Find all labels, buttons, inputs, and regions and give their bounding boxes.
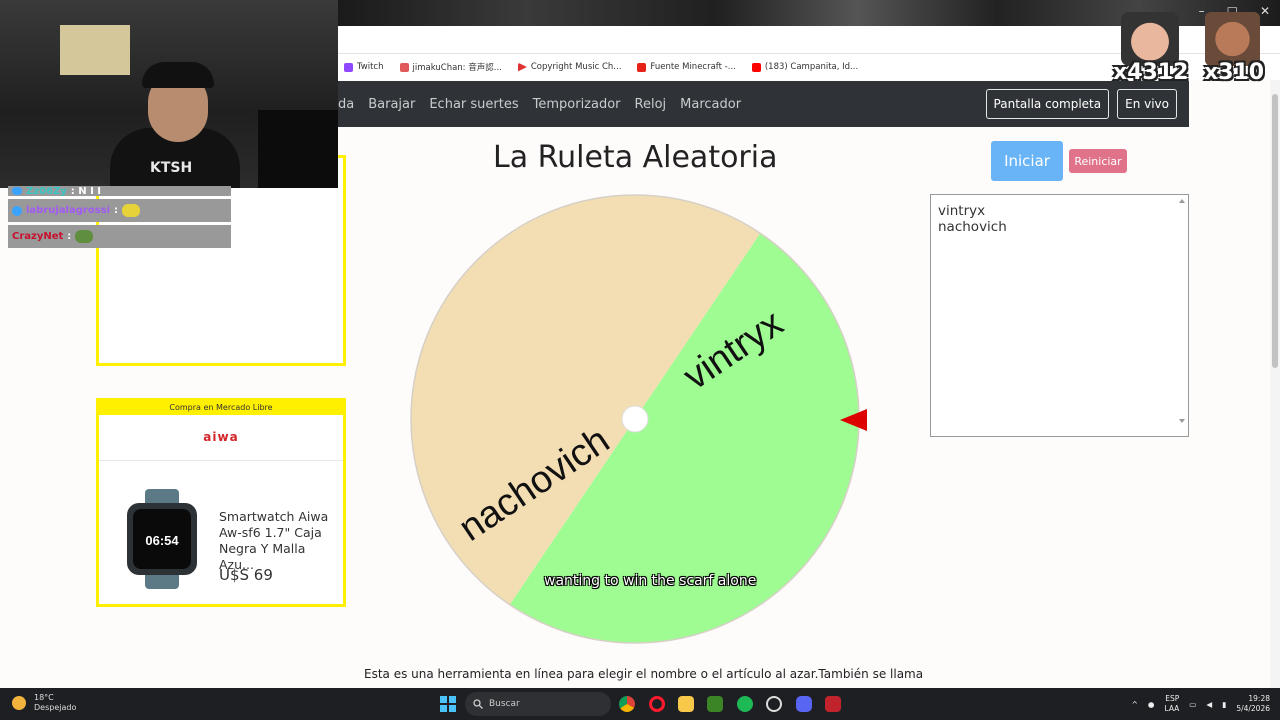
youtube-icon [751, 62, 761, 72]
nav-actions: Pantalla completa En vivo [985, 89, 1177, 119]
page-scrollbar-thumb[interactable] [1272, 94, 1278, 368]
reset-button[interactable]: Reiniciar [1069, 149, 1127, 173]
stream-counter-b: x310 [1204, 60, 1265, 85]
names-textarea[interactable]: vintryx nachovich [930, 194, 1189, 437]
chrome-icon[interactable] [619, 696, 635, 712]
stream-avatar-right [1205, 12, 1260, 66]
nav-link-temporizador[interactable]: Temporizador [533, 97, 621, 112]
battery-icon[interactable]: ▮ [1222, 700, 1226, 709]
settings-app-icon[interactable] [766, 696, 782, 712]
webcam-background-poster [60, 25, 130, 75]
name-entry: vintryx [938, 203, 986, 219]
page-description: Esta es una herramienta en línea para el… [364, 667, 924, 681]
system-tray: ^ ● ESP LAA ▭ ◀ ▮ 19:28 5/4/2026 [1132, 694, 1270, 714]
site-navbar: da Barajar Echar suertes Temporizador Re… [338, 81, 1189, 127]
play-icon [517, 62, 527, 72]
name-entry: nachovich [938, 219, 1007, 235]
search-placeholder: Buscar [489, 699, 520, 709]
nav-link-echar-suertes[interactable]: Echar suertes [429, 97, 518, 112]
chat-username: CrazyNet [12, 231, 64, 242]
close-button[interactable]: ✕ [1260, 4, 1270, 18]
chat-text: : N I I [70, 186, 102, 196]
file-explorer-icon[interactable] [678, 696, 694, 712]
chat-text: : [114, 205, 119, 216]
webcam-monitor [258, 110, 338, 188]
taskbar-clock[interactable]: 19:28 5/4/2026 [1236, 694, 1270, 714]
search-icon [473, 699, 483, 709]
wheel-hub [621, 405, 649, 433]
obs-icon[interactable] [825, 696, 841, 712]
smartwatch-image: 06:54 [127, 489, 197, 589]
input-language[interactable]: ESP [1164, 694, 1179, 704]
mercadolibre-ad[interactable]: Compra en Mercado Libre aiwa 06:54 Smart… [96, 398, 346, 607]
volume-icon[interactable]: ◀ [1206, 700, 1212, 709]
badge-icon [12, 187, 22, 195]
weather-widget[interactable]: 18°C Despejado [12, 693, 76, 713]
pepe-emote-icon [75, 230, 94, 243]
webcam-overlay: KTSH [0, 0, 338, 188]
windows-taskbar: 18°C Despejado Buscar ^ ● ESP LAA ▭ ◀ ▮ … [0, 688, 1280, 720]
screen: { "browser": { "bookmarks": [ {"label": … [0, 0, 1280, 720]
weather-temp: 18°C [34, 693, 54, 702]
nav-link-barajar[interactable]: Barajar [368, 97, 415, 112]
chat-text: : [67, 231, 72, 242]
start-button[interactable]: Iniciar [991, 141, 1063, 181]
stream-counter-a: x4312 [1113, 60, 1189, 85]
page-title: La Ruleta Aleatoria [493, 140, 778, 175]
fullscreen-button[interactable]: Pantalla completa [985, 89, 1110, 119]
chat-overlay: Zz06Zy : N I I labrujalagrossi : CrazyNe… [8, 186, 231, 251]
minecraft-icon[interactable] [707, 696, 723, 712]
bookmark-copyright-music[interactable]: Copyright Music Ch... [517, 62, 621, 72]
bookmark-jimakuchan[interactable]: jimakuChan: 音声認... [399, 61, 502, 73]
weather-condition: Despejado [34, 703, 77, 712]
ad-header: Compra en Mercado Libre [99, 401, 343, 415]
chat-username: Zz06Zy [26, 186, 67, 196]
live-button[interactable]: En vivo [1117, 89, 1177, 119]
stream-avatar-left [1121, 12, 1179, 66]
nav-link-marcador[interactable]: Marcador [680, 97, 741, 112]
nav-links: da Barajar Echar suertes Temporizador Re… [338, 97, 741, 112]
textarea-scrollbar[interactable] [1178, 197, 1186, 434]
input-language-layout: LAA [1164, 704, 1180, 713]
chat-username: labrujalagrossi [26, 205, 111, 216]
watch-time: 06:54 [145, 533, 179, 548]
nav-link-reloj[interactable]: Reloj [635, 97, 667, 112]
clock-date: 5/4/2026 [1236, 704, 1270, 713]
opera-icon[interactable] [649, 696, 665, 712]
jimaku-icon [399, 62, 409, 72]
network-icon[interactable]: ▭ [1189, 700, 1196, 709]
spotify-icon[interactable] [737, 696, 753, 712]
microphone-icon[interactable]: ● [1148, 700, 1155, 709]
scroll-arrows-icon [1179, 199, 1185, 423]
bookmark-fuente-minecraft[interactable]: Fuente Minecraft -... [637, 62, 736, 72]
moon-weather-icon [12, 696, 26, 710]
badge-icon [12, 205, 22, 216]
bookmark-twitch[interactable]: Twitch [344, 62, 384, 72]
stream-subtitle: wanting to win the scarf alone [544, 573, 757, 589]
bookmark-campanita[interactable]: (183) Campanita, Id... [751, 62, 858, 72]
wheel-pointer-icon [840, 409, 867, 431]
page-scrollbar[interactable] [1270, 80, 1280, 688]
clock-time: 19:28 [1248, 694, 1270, 703]
ad-divider [99, 460, 343, 461]
ad-price: U$S 69 [219, 566, 273, 584]
ad-brand-logo: aiwa [203, 430, 239, 444]
chat-message: labrujalagrossi : [8, 199, 231, 222]
taskbar-search[interactable]: Buscar [465, 692, 611, 716]
ad-product-title: Smartwatch Aiwa Aw-sf6 1.7" Caja Negra Y… [219, 509, 329, 572]
discord-icon[interactable] [796, 696, 812, 712]
emote-icon [122, 204, 141, 217]
windows-start-icon[interactable] [440, 696, 456, 712]
font-icon [637, 62, 647, 72]
nav-link-partial[interactable]: da [338, 97, 354, 112]
shirt-logo-text: KTSH [150, 160, 193, 176]
chat-message: CrazyNet : [8, 225, 231, 248]
twitch-icon [344, 62, 353, 72]
minimize-button[interactable]: – [1199, 4, 1205, 18]
chat-message: Zz06Zy : N I I [8, 186, 231, 196]
chevron-up-icon[interactable]: ^ [1132, 700, 1138, 709]
webcam-streamer-cap [142, 62, 214, 88]
